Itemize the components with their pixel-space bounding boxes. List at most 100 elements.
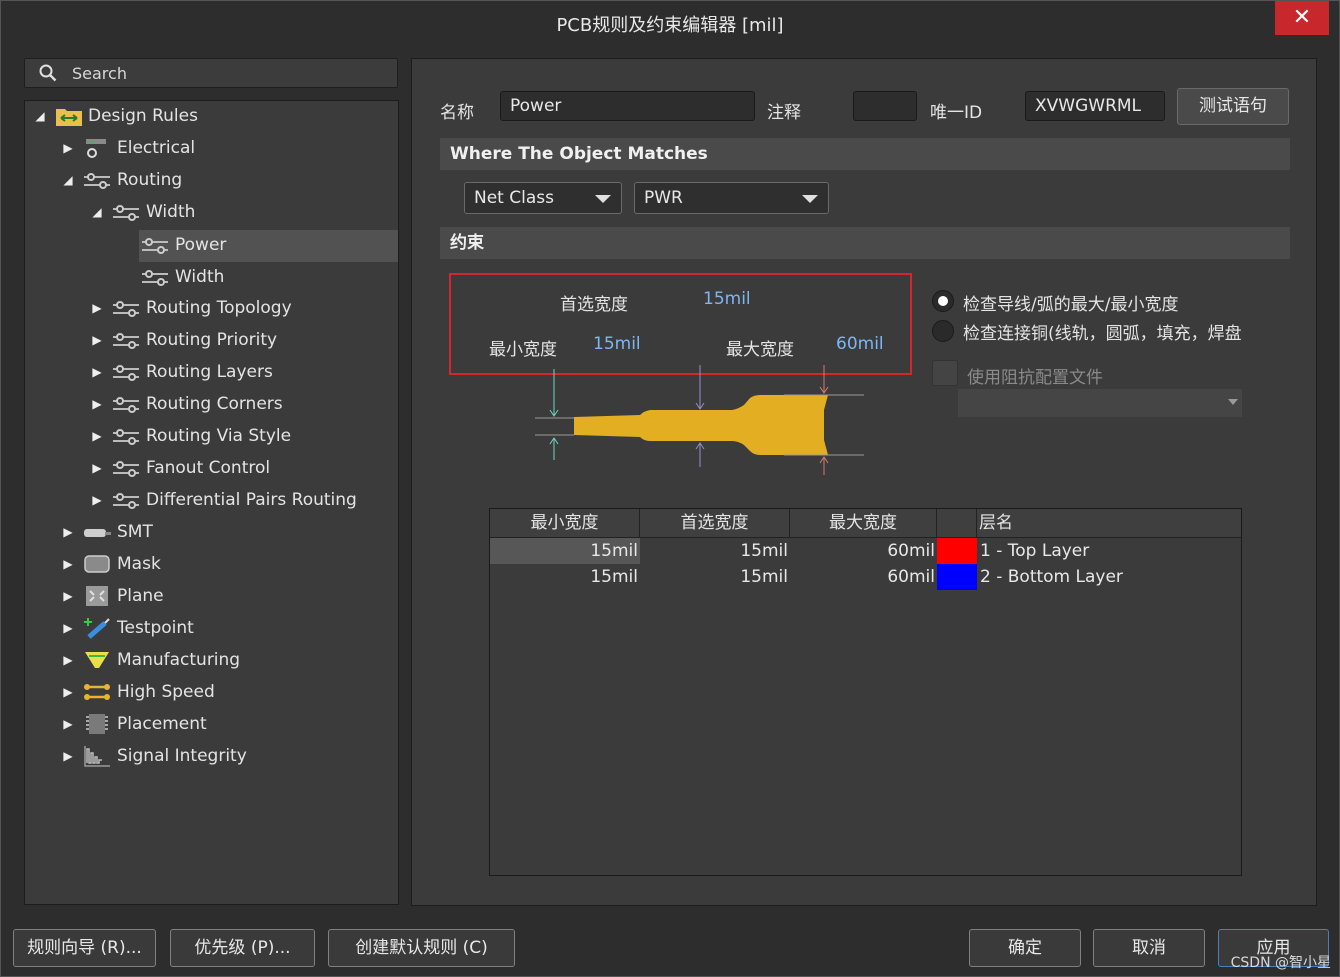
tree-item-smt[interactable]: ▶ SMT <box>25 517 398 549</box>
expand-arrow-icon[interactable]: ▶ <box>90 453 104 483</box>
expand-arrow-icon[interactable]: ▶ <box>61 677 75 707</box>
expand-arrow-icon[interactable]: ▶ <box>90 357 104 387</box>
search-box[interactable]: Search <box>24 58 398 88</box>
tree-item-width-rule[interactable]: Width <box>139 262 398 294</box>
impedance-checkbox[interactable] <box>932 360 958 386</box>
tree-item-routing-via-style[interactable]: ▶ Routing Via Style <box>25 421 398 453</box>
max-width-cell[interactable]: 60mil <box>790 538 935 564</box>
tree-item-fanout-control[interactable]: ▶ Fanout Control <box>25 453 398 485</box>
rule-wizard-button[interactable]: 规则向导 (R)... <box>13 929 156 967</box>
tree-item-routing-topology[interactable]: ▶ Routing Topology <box>25 293 398 325</box>
collapse-arrow-icon[interactable]: ◢ <box>61 165 75 195</box>
name-field[interactable]: Power <box>500 91 755 121</box>
match-value-dropdown[interactable]: PWR <box>634 182 829 214</box>
tree-item-signal-integrity[interactable]: ▶ Signal Integrity <box>25 741 398 773</box>
electrical-icon <box>86 139 106 158</box>
cancel-button[interactable]: 取消 <box>1093 929 1205 967</box>
tree-item-high-speed[interactable]: ▶ High Speed <box>25 677 398 709</box>
tree-item-power[interactable]: Power <box>139 230 398 262</box>
impedance-checkbox-label: 使用阻抗配置文件 <box>967 368 1103 388</box>
rule-tree: ◢ Design Rules ▶ Electrical ◢ Routing ◢ … <box>24 100 399 905</box>
test-query-button[interactable]: 测试语句 <box>1177 88 1289 125</box>
max-width-cell[interactable]: 60mil <box>790 564 935 590</box>
column-header[interactable]: 首选宽度 <box>640 509 790 537</box>
max-width-label: 最大宽度 <box>726 340 794 360</box>
mask-icon <box>84 555 110 573</box>
tree-item-testpoint[interactable]: ▶ Testpoint <box>25 613 398 645</box>
trace-shape <box>574 395 828 455</box>
match-type-value: Net Class <box>474 188 554 208</box>
comment-field[interactable] <box>853 91 917 121</box>
tree-label: Manufacturing <box>117 650 241 670</box>
tree-label: Routing <box>117 170 183 190</box>
expand-arrow-icon[interactable]: ▶ <box>90 325 104 355</box>
expand-arrow-icon[interactable]: ▶ <box>61 549 75 579</box>
min-width-cell[interactable]: 15mil <box>490 538 638 564</box>
placement-icon <box>86 714 108 734</box>
table-header: 最小宽度 首选宽度 最大宽度 层名 <box>490 509 1241 538</box>
create-default-rules-button[interactable]: 创建默认规则 (C) <box>328 929 515 967</box>
title-bar: PCB规则及约束编辑器 [mil] ✕ <box>1 1 1339 43</box>
tree-item-routing[interactable]: ◢ Routing <box>25 165 398 197</box>
chevron-down-icon <box>1228 399 1238 405</box>
tree-item-differential-pairs[interactable]: ▶ Differential Pairs Routing <box>25 485 398 517</box>
uid-field[interactable]: XVWGWRML <box>1025 91 1165 121</box>
expand-arrow-icon[interactable]: ▶ <box>61 613 75 643</box>
expand-arrow-icon[interactable]: ▶ <box>61 517 75 547</box>
tree-item-width[interactable]: ◢ Width <box>25 197 398 229</box>
layer-color-swatch <box>937 564 977 590</box>
expand-arrow-icon[interactable]: ▶ <box>61 133 75 163</box>
check-copper-radio[interactable] <box>932 320 954 342</box>
table-row[interactable]: 15mil 15mil 60mil 2 - Bottom Layer <box>490 564 1241 590</box>
min-width-value[interactable]: 15mil <box>593 334 641 354</box>
expand-arrow-icon[interactable]: ▶ <box>61 709 75 739</box>
routing-icon <box>113 301 139 317</box>
expand-arrow-icon[interactable]: ▶ <box>90 389 104 419</box>
routing-icon <box>113 205 139 221</box>
routing-icon <box>113 333 139 349</box>
tree-item-placement[interactable]: ▶ Placement <box>25 709 398 741</box>
tree-item-electrical[interactable]: ▶ Electrical <box>25 133 398 165</box>
collapse-arrow-icon[interactable]: ◢ <box>90 197 104 227</box>
color-column-header <box>937 509 977 537</box>
preferred-width-value[interactable]: 15mil <box>703 289 751 309</box>
preferred-width-cell[interactable]: 15mil <box>640 538 788 564</box>
expand-arrow-icon[interactable]: ▶ <box>61 741 75 771</box>
tree-item-manufacturing[interactable]: ▶ Manufacturing <box>25 645 398 677</box>
expand-arrow-icon[interactable]: ▶ <box>61 645 75 675</box>
priorities-button[interactable]: 优先级 (P)... <box>170 929 315 967</box>
match-value-value: PWR <box>644 188 683 208</box>
comment-label: 注释 <box>767 103 801 123</box>
chevron-down-icon <box>802 195 818 203</box>
collapse-arrow-icon[interactable]: ◢ <box>33 101 47 131</box>
preferred-width-cell[interactable]: 15mil <box>640 564 788 590</box>
close-button[interactable]: ✕ <box>1275 1 1329 35</box>
expand-arrow-icon[interactable]: ▶ <box>90 485 104 515</box>
tree-label: Testpoint <box>117 618 194 638</box>
impedance-profile-dropdown <box>958 389 1242 417</box>
expand-arrow-icon[interactable]: ▶ <box>61 581 75 611</box>
tree-item-mask[interactable]: ▶ Mask <box>25 549 398 581</box>
table-row[interactable]: 15mil 15mil 60mil 1 - Top Layer <box>490 538 1241 564</box>
tree-item-routing-layers[interactable]: ▶ Routing Layers <box>25 357 398 389</box>
window-title: PCB规则及约束编辑器 [mil] <box>556 15 784 36</box>
column-header[interactable]: 最大宽度 <box>790 509 937 537</box>
routing-icon <box>113 397 139 413</box>
ok-button[interactable]: 确定 <box>969 929 1081 967</box>
tree-item-routing-corners[interactable]: ▶ Routing Corners <box>25 389 398 421</box>
tree-item-design-rules[interactable]: ◢ Design Rules <box>25 101 398 133</box>
column-header[interactable]: 最小宽度 <box>490 509 640 537</box>
expand-arrow-icon[interactable]: ▶ <box>90 293 104 323</box>
tree-item-routing-priority[interactable]: ▶ Routing Priority <box>25 325 398 357</box>
tree-label: Differential Pairs Routing <box>146 490 357 510</box>
column-header[interactable]: 层名 <box>977 509 1241 537</box>
tree-label: Routing Layers <box>146 362 273 382</box>
check-width-radio[interactable] <box>932 290 954 312</box>
expand-arrow-icon[interactable]: ▶ <box>90 421 104 451</box>
min-width-cell[interactable]: 15mil <box>490 564 638 590</box>
match-type-dropdown[interactable]: Net Class <box>464 182 622 214</box>
routing-icon <box>113 365 139 381</box>
routing-icon <box>113 493 139 509</box>
tree-item-plane[interactable]: ▶ Plane <box>25 581 398 613</box>
max-width-value[interactable]: 60mil <box>836 334 884 354</box>
